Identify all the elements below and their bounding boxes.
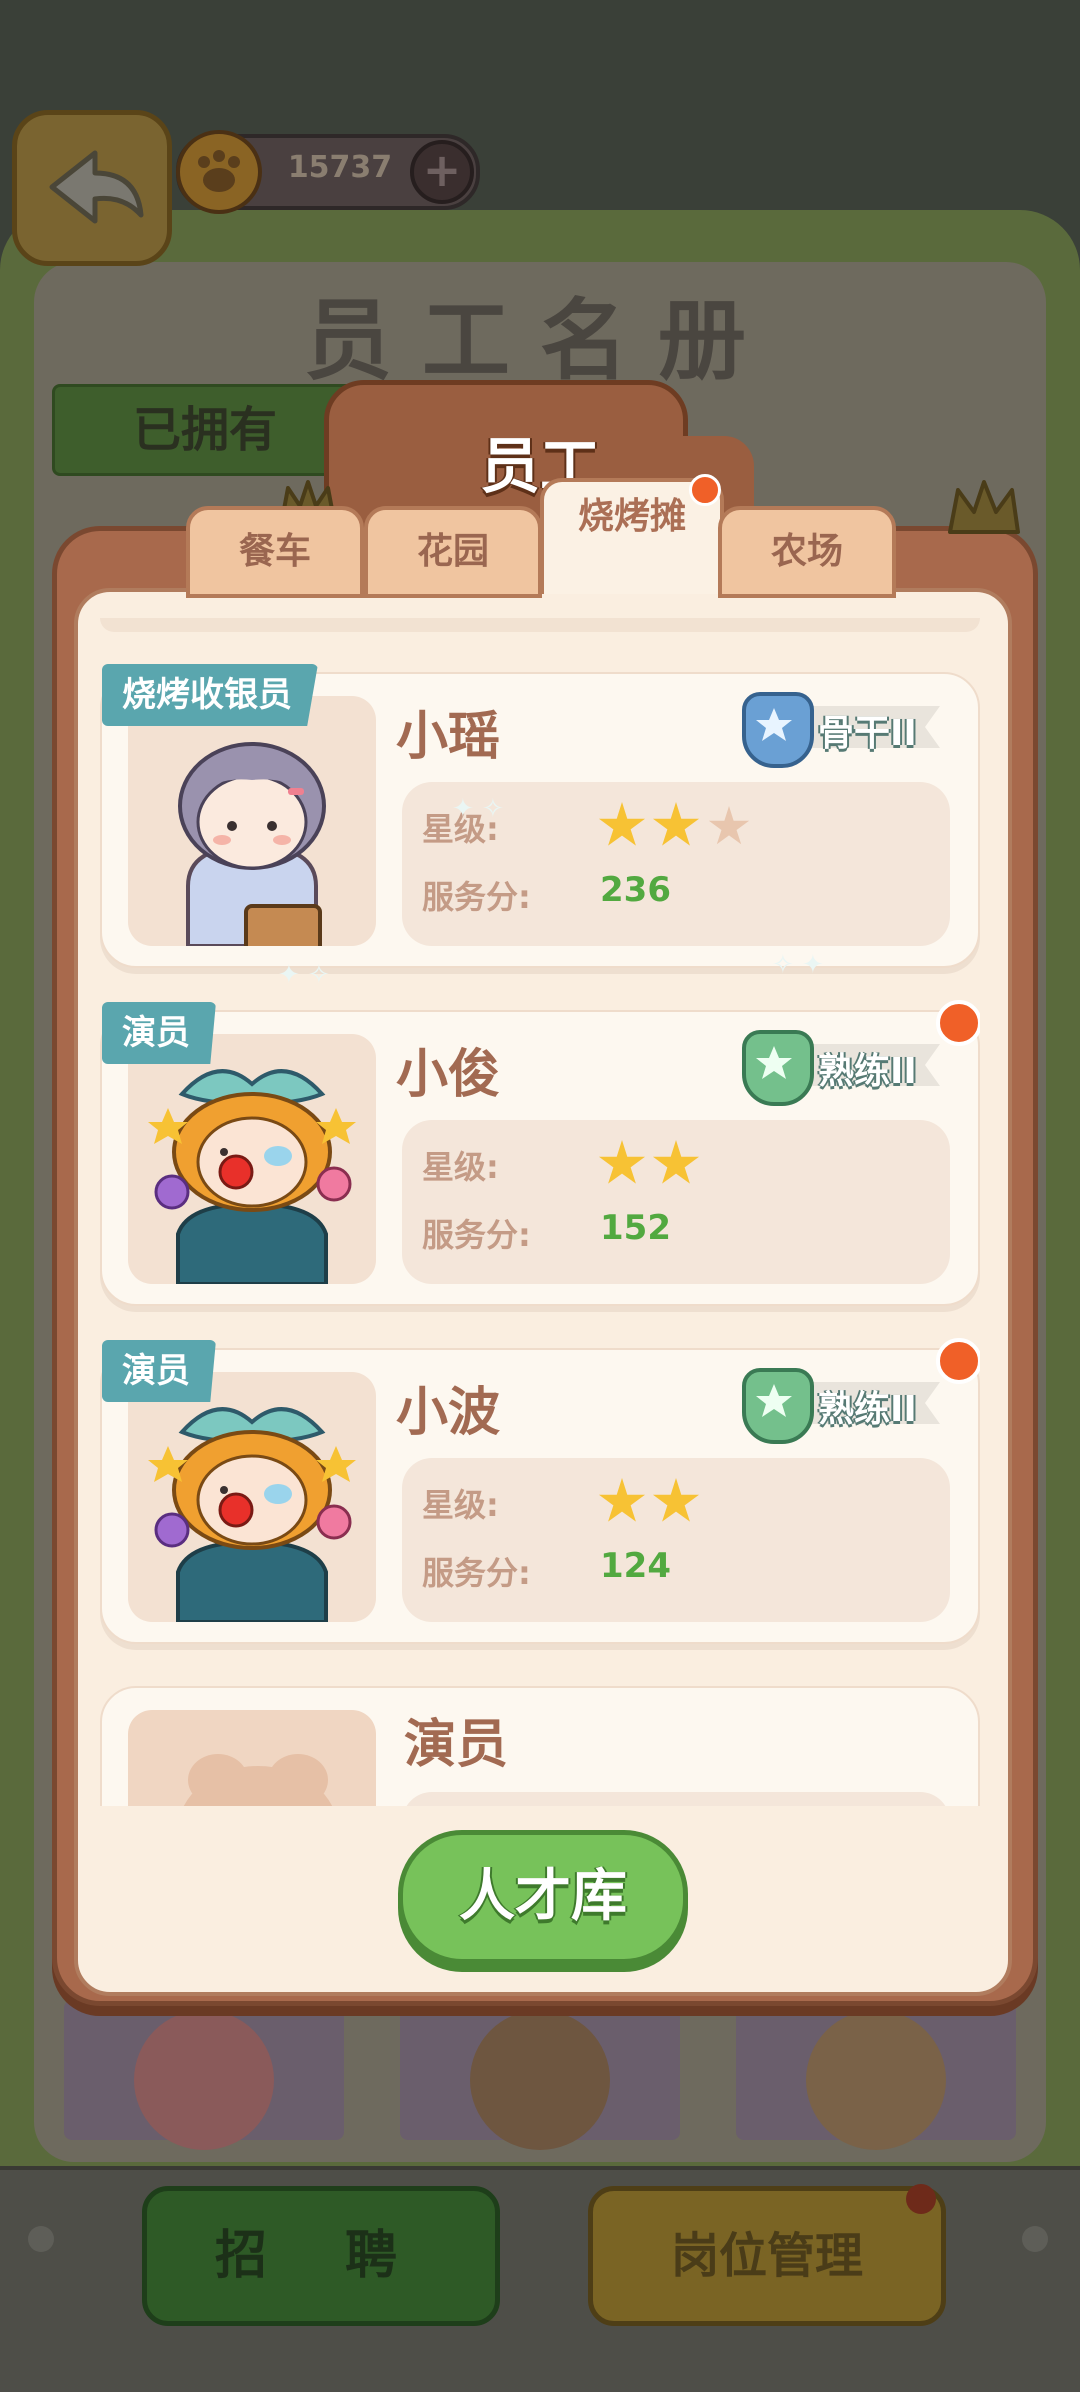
star-icon [652,802,700,846]
position-management-button[interactable]: 岗位管理 [588,2186,946,2326]
add-coins-button[interactable]: + [410,140,474,204]
star-icon [598,1140,646,1184]
staff-portrait [128,696,376,946]
notice-dot [936,1000,980,1046]
score-value: 236 [600,870,671,910]
score-value: 152 [600,1208,671,1248]
locked-portrait [128,1710,376,1806]
score-label: 服务分: [422,1554,531,1592]
paw-coin-icon [176,130,262,214]
locked-staff-card[interactable]: 演员 [100,1686,980,1806]
green-star-shield-icon [742,1368,814,1444]
star-icon [652,1478,700,1522]
sparkle-icon: ✦ ✧ [278,960,330,990]
sparkle-icon: ✧ ✦ [772,950,824,980]
tab-farm[interactable]: 农场 [718,506,896,598]
silhouette-icon [183,1754,333,1806]
decor-dot [1022,2226,1048,2252]
star-label: 星级: [422,1486,499,1524]
rank-badge: 熟练II [742,1368,942,1444]
stats-panel [402,1792,950,1806]
stats-panel: 星级: 服务分: 152 [402,1120,950,1284]
stats-panel: 星级: 服务分: 124 [402,1458,950,1622]
staff-name: 小俊 [396,1045,501,1105]
crown-icon [948,480,1020,534]
blue-star-shield-icon [742,692,814,768]
staff-card[interactable]: 烧烤收银员 小瑶 骨干II 星级: 服务分: 236 ✦ ✧ [100,664,980,968]
background-portrait-3 [736,2000,1016,2150]
score-label: 服务分: [422,878,531,916]
notice-dot [936,1338,980,1384]
score-label: 服务分: [422,1216,531,1254]
role-tag: 演员 [102,1340,216,1402]
staff-card[interactable]: 演员 小波 熟练II 星级: 服务分: 124 [100,1338,980,1644]
bbq-tab-notice-dot [689,474,721,506]
recruit-button[interactable]: 招 聘 [142,2186,500,2326]
star-icon [652,1140,700,1184]
star-icon [598,1478,646,1522]
cashier-girl-avatar [178,742,326,946]
tab-garden[interactable]: 花园 [364,506,542,598]
staff-card[interactable]: 演员 小俊 熟练II 星级: 服务分: 152 [100,1000,980,1306]
staff-portrait [128,1372,376,1622]
owned-tab[interactable]: 已拥有 [52,384,358,476]
rank-label: 熟练II [818,1389,917,1430]
rank-badge: 熟练II [742,1030,942,1106]
staff-list[interactable]: 烧烤收银员 小瑶 骨干II 星级: 服务分: 236 ✦ ✧ 演员 小俊 熟练I… [100,618,980,1806]
position-notice-dot [906,2184,936,2214]
role-tag: 演员 [102,1002,216,1064]
role-tag: 烧烤收银员 [102,664,318,726]
tab-food-truck[interactable]: 餐车 [186,506,364,598]
roster-title: 员工名册 [303,289,776,392]
staff-name: 小波 [396,1383,501,1443]
background-portrait-2 [400,2000,680,2150]
rank-badge: 骨干II [742,692,942,768]
back-button[interactable] [12,110,172,266]
clown-actor-avatar [148,1069,356,1284]
clown-actor-avatar [148,1407,356,1622]
empty-star-icon [708,806,750,845]
list-scroll-edge [100,618,980,632]
rank-label: 熟练II [818,1051,917,1092]
star-label: 星级: [422,1148,499,1186]
talent-pool-button[interactable]: 人才库 [398,1830,688,1964]
locked-role-name: 演员 [404,1715,509,1775]
paw-icon [198,150,240,192]
back-arrow-icon [49,150,144,224]
green-star-shield-icon [742,1030,814,1106]
sparkle-icon: ✦ ✧ [452,794,504,824]
rank-label: 骨干II [818,713,917,754]
decor-dot [28,2226,54,2252]
staff-portrait [128,1034,376,1284]
coin-count: 15737 [287,150,393,185]
star-icon [598,802,646,846]
score-value: 124 [600,1546,671,1586]
staff-name: 小瑶 [396,707,501,767]
background-portrait-1 [64,2000,344,2150]
